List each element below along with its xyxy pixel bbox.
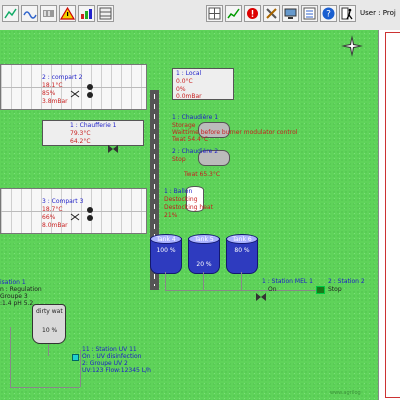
tank-5-name: Tank 5 — [194, 236, 214, 243]
tank-6[interactable]: Tank 6 80 % — [226, 234, 258, 274]
station-uv-group: 2: Groupe UV 2 — [82, 360, 128, 367]
toolbar: ? User : Proj — [0, 0, 400, 31]
compartment-2-temp: 18.1°C — [42, 82, 63, 89]
station-2-status: Stop — [328, 286, 342, 293]
compass-icon — [340, 34, 364, 58]
station-uv-status: On : UV disinfection — [82, 353, 142, 360]
tank-6-name: Tank 6 — [232, 236, 252, 243]
warning-icon[interactable] — [59, 5, 76, 22]
watermark: www.agrilog — [330, 390, 361, 396]
boiler-2-status: Stop — [172, 156, 186, 163]
chart-icon[interactable] — [225, 5, 242, 22]
compartment-3-name[interactable]: 3 : Compart 3 — [42, 198, 83, 205]
rack-icon[interactable] — [97, 5, 114, 22]
tank-5-level: 20 % — [196, 261, 212, 268]
valve-icon[interactable] — [108, 138, 118, 153]
tank-4-name: Tank 4 — [156, 236, 176, 243]
vent-icon[interactable] — [70, 206, 80, 221]
station-uv-values: UV:123 Flow:12345 L/h — [82, 367, 151, 374]
graph-icon[interactable] — [2, 5, 19, 22]
station-2-icon[interactable] — [316, 286, 325, 294]
svg-text:?: ? — [326, 10, 331, 20]
local-pressure: 0.0mBar — [176, 93, 202, 100]
monitor-icon[interactable] — [282, 5, 299, 22]
tank-4-level: 100 % — [156, 247, 176, 254]
pipe — [10, 327, 11, 387]
pipe — [165, 290, 325, 291]
local-name[interactable]: 1 : Local — [176, 70, 201, 77]
fertilisation-values: :1.4 pH 5.2 — [0, 300, 34, 307]
pipe — [241, 272, 242, 290]
right-panel-frame — [385, 32, 400, 398]
heater-icon[interactable] — [40, 5, 57, 22]
tank-5[interactable]: Tank 5 20 % — [188, 234, 220, 274]
right-panel — [378, 30, 400, 400]
pipe — [165, 272, 166, 290]
boiler-1-name[interactable]: 1 : Chaudière 1 — [172, 114, 218, 121]
help-icon[interactable]: ? — [320, 5, 337, 22]
compartment-2-humidity: 85% — [42, 90, 56, 97]
station-2-name[interactable]: 2 : Station 2 — [328, 278, 365, 285]
pipe — [10, 387, 80, 388]
compartment-3-temp: 18.7°C — [42, 206, 63, 213]
compartment-3-humidity: 66% — [42, 214, 56, 221]
station-mel-valve-icon[interactable] — [256, 286, 266, 301]
boiler-1-wait: Waittime before burner modulator control — [172, 129, 298, 136]
compartment-3-pressure: 8.0mBar — [42, 222, 68, 229]
pipe — [203, 272, 204, 290]
fan-icon[interactable] — [86, 206, 94, 222]
buffer-tank-name[interactable]: 1 : Ballon — [164, 188, 192, 195]
grid-icon[interactable] — [206, 5, 223, 22]
station-uv-name[interactable]: 11 : Station UV 11 — [82, 346, 137, 353]
compartment-2-name[interactable]: 2 : compart 2 — [42, 74, 83, 81]
fertilisation-name[interactable]: isation 1 — [0, 279, 26, 286]
chaufferie-name[interactable]: 1 : Chaufferie 1 — [70, 122, 117, 129]
tank-4[interactable]: Tank 4 100 % — [150, 234, 182, 274]
exit-icon[interactable] — [339, 5, 356, 22]
boiler-2-twat: Twat 65.3°C — [184, 171, 221, 178]
tools-icon[interactable] — [263, 5, 280, 22]
buffer-tank-level: 21% — [164, 212, 178, 219]
compartment-2-pressure: 3.8mBar — [42, 98, 68, 105]
station-mel-name[interactable]: 1 : Station MEL 1 — [262, 278, 313, 285]
fertilisation-mode: n : Regulation — [0, 286, 42, 293]
fan-icon[interactable] — [86, 83, 94, 99]
local-temp: 0.0°C — [176, 78, 193, 85]
bars-icon[interactable] — [78, 5, 95, 22]
station-uv-icon[interactable] — [72, 354, 79, 361]
stop-icon[interactable] — [244, 5, 261, 22]
dirty-water-level: 10 % — [42, 327, 58, 334]
fertilisation-group: Groupe 3 — [0, 293, 28, 300]
chaufferie-temp-1: 79.3°C — [70, 130, 91, 137]
list-icon[interactable] — [301, 5, 318, 22]
boiler-2-name[interactable]: 2 : Chaudière 2 — [172, 148, 218, 155]
pipe — [48, 344, 49, 356]
buffer-tank-status-2: Destocking heat — [164, 204, 213, 211]
chaufferie-temp-2: 64.2°C — [70, 138, 91, 145]
dirty-water-name: dirty wat — [36, 308, 63, 315]
tank-6-level: 80 % — [234, 247, 250, 254]
wave-icon[interactable] — [21, 5, 38, 22]
vent-icon[interactable] — [70, 83, 80, 98]
station-mel-status: On — [268, 286, 277, 293]
synoptic-canvas: 2 : compart 2 18.1°C 85% 3.8mBar 3 : Com… — [0, 30, 378, 400]
pipe — [80, 350, 81, 387]
buffer-tank-status-1: Destocking — [164, 196, 198, 203]
user-label: User : Proj — [360, 9, 396, 17]
boiler-1-twat: Twat 54.4°C — [172, 136, 209, 143]
local-humidity: 0% — [176, 86, 186, 93]
boiler-1-status: Storage — [172, 122, 196, 129]
